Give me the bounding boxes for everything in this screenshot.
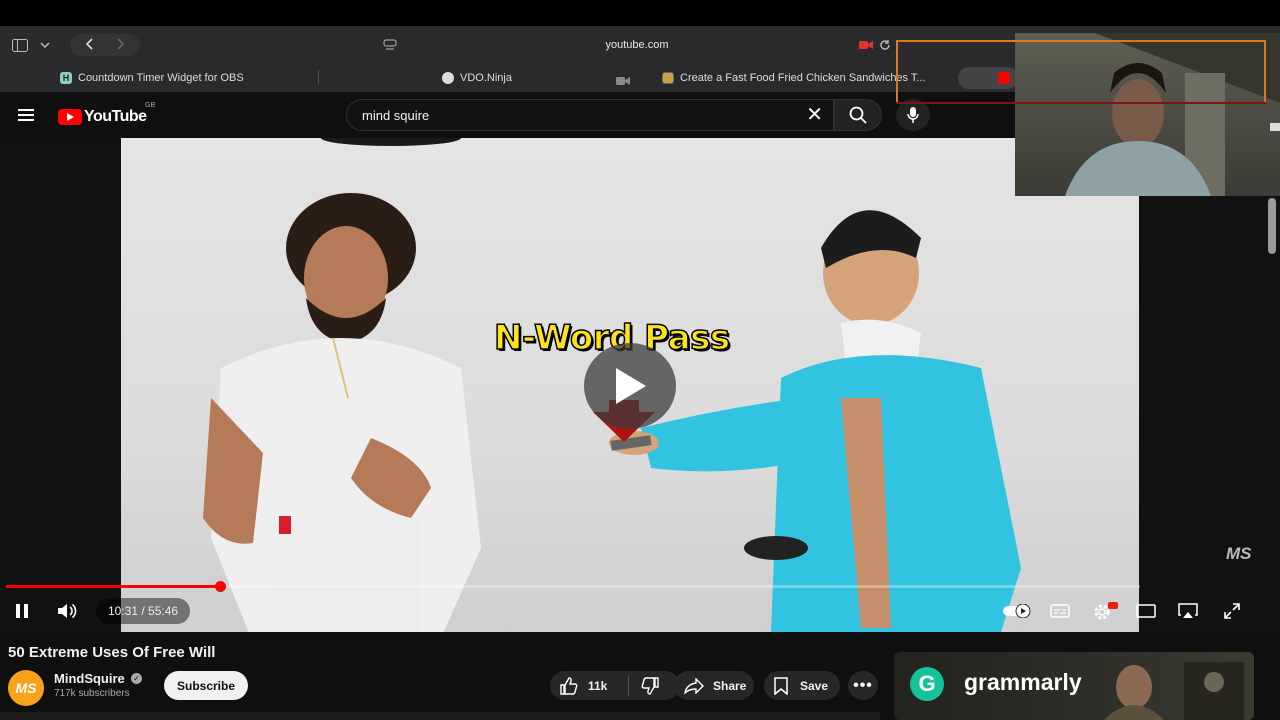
region-code: GB [145, 102, 156, 109]
tab-label: Create a Fast Food Fried Chicken Sandwic… [680, 72, 926, 84]
save-label: Save [800, 678, 829, 693]
airplay-button[interactable] [1176, 598, 1200, 624]
video-title: 50 Extreme Uses Of Free Will [8, 644, 216, 661]
play-icon [616, 368, 646, 404]
subtitles-button[interactable] [1048, 598, 1072, 624]
search-button[interactable] [834, 99, 882, 131]
video-player[interactable]: N-Word Pass MS [0, 138, 1280, 632]
channel-watermark[interactable]: MS [1226, 544, 1252, 564]
thumbs-down-icon [641, 676, 659, 695]
subscriber-count: 717k subscribers [54, 688, 130, 699]
highlight-rectangle [896, 40, 1266, 104]
tab-countdown-timer[interactable]: H Countdown Timer Widget for OBS [60, 67, 310, 89]
share-button[interactable]: Share [674, 671, 754, 700]
settings-button[interactable] [1090, 598, 1120, 624]
tab-label: VDO.Ninja [460, 72, 512, 84]
autoplay-toggle[interactable] [1002, 598, 1032, 624]
verified-icon: ✓ [131, 673, 142, 684]
dislike-button[interactable] [629, 676, 659, 695]
search-input[interactable]: mind squire ✕ [346, 99, 834, 131]
volume-button[interactable] [54, 598, 82, 624]
menu-icon[interactable] [18, 109, 34, 121]
logo-text: YouTube [84, 108, 147, 125]
channel-avatar[interactable]: MS [8, 670, 44, 706]
tab-divider [318, 70, 319, 84]
like-button[interactable]: 11k [550, 676, 628, 695]
bookmark-icon [774, 676, 788, 695]
share-label: Share [713, 678, 747, 693]
youtube-play-logo-icon [58, 109, 82, 125]
top-strip [0, 0, 1280, 26]
ad-image [1104, 662, 1244, 720]
chevron-down-icon[interactable] [38, 34, 52, 56]
sidebar-toggle-icon[interactable] [10, 34, 30, 56]
screen: youtube.com H Countdown Timer Widget for… [0, 0, 1280, 720]
like-count: 11k [588, 678, 608, 693]
theater-mode-button[interactable] [1134, 598, 1158, 624]
pause-icon [16, 604, 28, 618]
grammarly-logo-icon: G [910, 667, 944, 701]
camera-icon[interactable] [616, 70, 632, 92]
video-frame[interactable]: N-Word Pass [121, 138, 1139, 632]
search-value: mind squire [362, 107, 430, 123]
volume-icon [58, 603, 77, 619]
theater-mode-icon [1136, 604, 1156, 618]
tab-vdo-ninja[interactable]: VDO.Ninja [442, 67, 562, 89]
progress-bar[interactable] [6, 581, 1140, 592]
time-display: 10:31 / 55:46 [96, 598, 191, 624]
subtitles-icon [1050, 604, 1070, 618]
more-actions-button[interactable]: ••• [848, 671, 878, 700]
nav-buttons [70, 34, 140, 56]
fullscreen-button[interactable] [1220, 598, 1244, 624]
pause-button[interactable] [10, 598, 34, 624]
back-icon[interactable] [85, 37, 94, 53]
tab-favicon-h: H [60, 72, 72, 84]
ad-brand: grammarly [964, 669, 1082, 695]
microphone-icon [907, 107, 919, 123]
progress-played [6, 585, 221, 588]
save-button[interactable]: Save [764, 671, 840, 700]
description-strip [0, 712, 880, 720]
channel-name[interactable]: MindSquire [54, 671, 125, 686]
fullscreen-icon [1224, 603, 1240, 619]
gear-icon [1094, 602, 1118, 620]
red-line [896, 102, 1266, 104]
large-play-button[interactable] [584, 343, 676, 429]
youtube-logo[interactable]: YouTube GB [58, 102, 155, 126]
more-icon: ••• [853, 676, 873, 694]
subscribe-button[interactable]: Subscribe [164, 671, 248, 700]
thumbs-up-icon [560, 676, 578, 695]
autoplay-toggle-icon [1003, 604, 1031, 618]
ninja-icon [442, 72, 454, 84]
search-icon [849, 106, 867, 124]
grammarly-ad[interactable]: G grammarly [894, 652, 1254, 720]
forward-icon[interactable] [116, 37, 125, 53]
page-scrollbar[interactable] [1268, 198, 1276, 254]
airplay-icon [1178, 603, 1198, 618]
share-icon [684, 677, 704, 694]
url-text: youtube.com [605, 39, 669, 51]
doc-icon [662, 72, 674, 84]
like-dislike-group: 11k [550, 671, 680, 700]
address-bar[interactable]: youtube.com [372, 34, 902, 56]
tab-label: Countdown Timer Widget for OBS [78, 72, 244, 84]
clear-search-icon[interactable]: ✕ [806, 105, 823, 125]
